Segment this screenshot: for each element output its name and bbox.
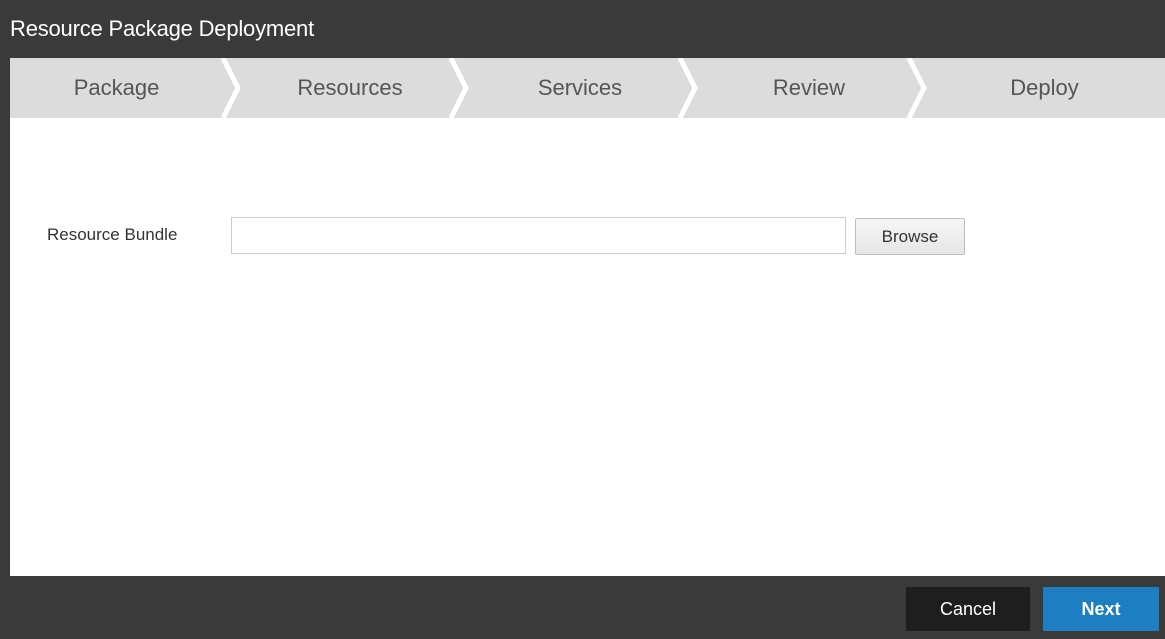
- wizard-steps: Package Resources Services Review Deploy: [10, 58, 1165, 118]
- dialog-footer: Cancel Next: [0, 576, 1165, 639]
- wizard-step-review[interactable]: Review: [695, 58, 923, 118]
- resource-bundle-input[interactable]: [231, 217, 846, 254]
- dialog-titlebar: Resource Package Deployment: [0, 0, 1165, 58]
- browse-button[interactable]: Browse: [855, 218, 965, 255]
- dialog-title: Resource Package Deployment: [10, 16, 314, 41]
- resource-bundle-label: Resource Bundle: [47, 225, 178, 244]
- wizard-step-services[interactable]: Services: [466, 58, 694, 118]
- wizard-step-resources[interactable]: Resources: [238, 58, 462, 118]
- wizard-step-deploy[interactable]: Deploy: [924, 58, 1165, 118]
- next-button[interactable]: Next: [1043, 587, 1159, 631]
- cancel-button[interactable]: Cancel: [906, 587, 1030, 631]
- dialog-content: Resource Bundle Browse: [10, 118, 1165, 576]
- resource-package-deployment-dialog: Resource Package Deployment Package Reso…: [0, 0, 1165, 639]
- wizard-step-package[interactable]: Package: [10, 58, 223, 118]
